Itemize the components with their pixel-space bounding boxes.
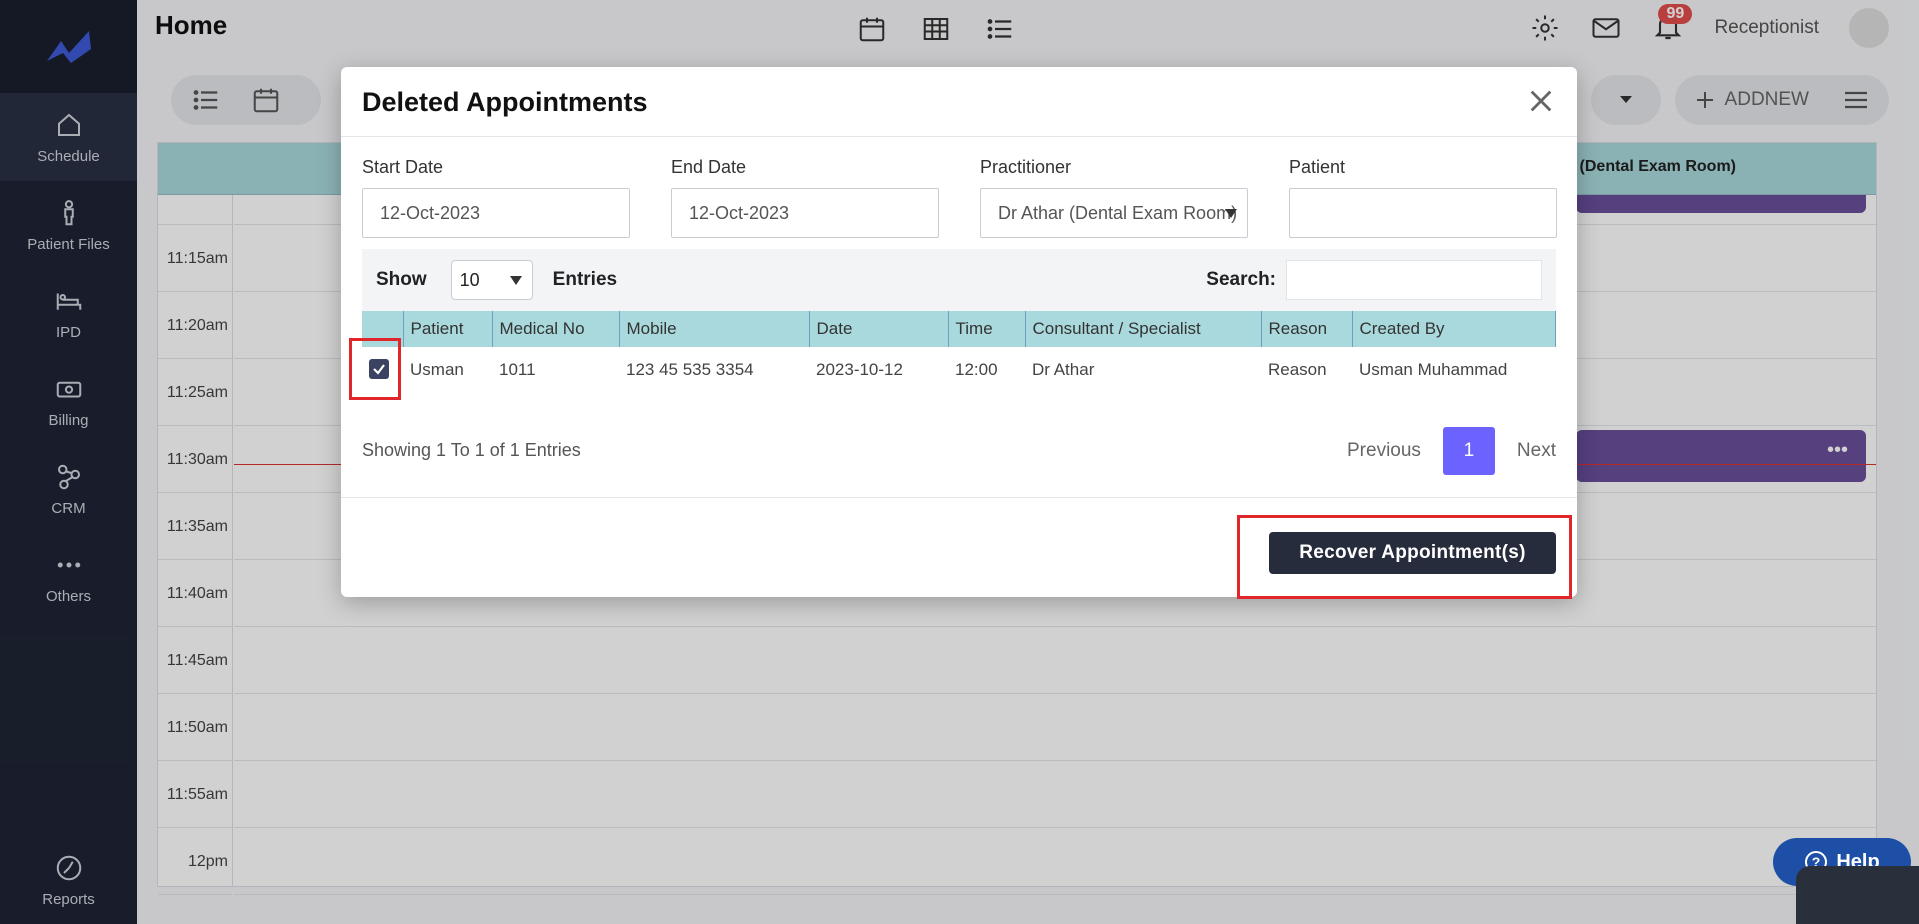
next-page-button[interactable]: Next: [1517, 440, 1556, 462]
filter-row: Start Date 12-Oct-2023 End Date 12-Oct-2…: [362, 157, 1557, 238]
end-date-label: End Date: [671, 157, 747, 177]
end-date-filter: End Date 12-Oct-2023: [671, 157, 939, 238]
column-header[interactable]: Medical No: [492, 311, 620, 347]
cell-medical-no: 1011: [499, 359, 536, 379]
page-1-button[interactable]: 1: [1442, 427, 1495, 475]
checkbox-highlight: [349, 338, 401, 400]
table-header-row: Patient Medical No Mobile Date Time Cons…: [362, 311, 1556, 347]
table-info: Showing 1 To 1 of 1 Entries: [362, 440, 581, 460]
column-header[interactable]: Consultant / Specialist: [1025, 311, 1262, 347]
cell-consultant: Dr Athar: [1032, 359, 1095, 379]
modal-header: Deleted Appointments: [341, 67, 1577, 137]
practitioner-filter: Practitioner Dr Athar (Dental Exam Room): [980, 157, 1248, 238]
page-size-value: 10: [459, 269, 480, 290]
cell-time: 12:00: [955, 359, 998, 379]
patient-filter: Patient: [1289, 157, 1557, 238]
caret-down-icon: [1225, 209, 1237, 218]
column-header[interactable]: Mobile: [619, 311, 810, 347]
column-header[interactable]: Time: [948, 311, 1026, 347]
cell-mobile: 123 45 535 3354: [626, 359, 754, 379]
end-date-input[interactable]: 12-Oct-2023: [671, 188, 939, 238]
recover-button-highlight: [1237, 515, 1572, 599]
search-label: Search:: [1206, 269, 1276, 290]
cell-patient: Usman: [410, 359, 464, 379]
practitioner-label: Practitioner: [980, 157, 1072, 177]
close-icon[interactable]: [1527, 87, 1555, 115]
column-header[interactable]: Patient: [403, 311, 493, 347]
entries-label: Entries: [552, 269, 618, 290]
patient-input[interactable]: [1289, 188, 1557, 238]
start-date-input[interactable]: 12-Oct-2023: [362, 188, 630, 238]
start-date-label: Start Date: [362, 157, 444, 177]
show-label: Show: [376, 269, 427, 290]
page-size-select[interactable]: 10: [450, 260, 533, 300]
cell-date: 2023-10-12: [816, 359, 903, 379]
previous-page-button[interactable]: Previous: [1347, 440, 1421, 462]
cell-created-by: Usman Muhammad: [1359, 359, 1508, 379]
practitioner-select[interactable]: Dr Athar (Dental Exam Room): [980, 188, 1248, 238]
table-row: Usman 1011 123 45 535 3354 2023-10-12 12…: [362, 347, 1556, 392]
deleted-appointments-table: Patient Medical No Mobile Date Time Cons…: [362, 311, 1556, 392]
practitioner-value: Dr Athar (Dental Exam Room): [998, 202, 1238, 223]
pagination: Previous 1 Next: [1347, 427, 1556, 475]
column-header[interactable]: Reason: [1261, 311, 1353, 347]
patient-label: Patient: [1289, 157, 1346, 177]
start-date-filter: Start Date 12-Oct-2023: [362, 157, 630, 238]
cell-reason: Reason: [1268, 359, 1327, 379]
bottom-tray: [1796, 866, 1919, 924]
modal-title: Deleted Appointments: [362, 87, 648, 117]
caret-down-icon: [509, 276, 522, 285]
column-header[interactable]: Created By: [1352, 311, 1556, 347]
search-input[interactable]: [1286, 260, 1542, 300]
column-header[interactable]: Date: [809, 311, 949, 347]
datatable-controls: Show 10 Entries Search:: [362, 249, 1556, 311]
